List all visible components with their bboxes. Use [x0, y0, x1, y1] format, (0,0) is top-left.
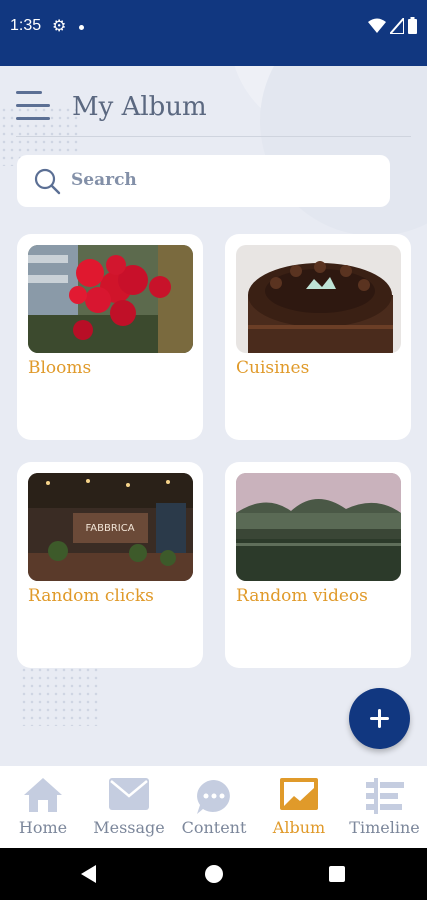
wifi-icon: [368, 18, 386, 33]
svg-text:FABBRICA: FABBRICA: [85, 523, 134, 534]
album-card-random-clicks[interactable]: FABBRICA Random clicks: [17, 462, 203, 668]
search-icon: [34, 168, 61, 195]
message-icon: [109, 778, 149, 810]
album-thumbnail-cake: [236, 245, 401, 353]
system-navigation-bar: [0, 848, 427, 900]
header-divider: [16, 136, 411, 137]
home-button-icon[interactable]: [205, 865, 223, 883]
album-thumbnail-landscape: [236, 473, 401, 581]
nav-label: Timeline: [349, 818, 420, 837]
status-bar: 1:35 ⚙: [0, 0, 427, 66]
album-icon: [280, 778, 318, 810]
nav-item-content[interactable]: Content: [172, 766, 256, 848]
album-thumbnail-restaurant: FABBRICA: [28, 473, 193, 581]
battery-icon: [408, 17, 417, 34]
album-thumbnail-flowers: [28, 245, 193, 353]
home-icon: [24, 778, 62, 812]
nav-item-home[interactable]: Home: [0, 766, 86, 848]
add-album-button[interactable]: [349, 688, 410, 749]
nav-label: Album: [272, 818, 326, 837]
nav-item-album[interactable]: Album: [256, 766, 342, 848]
album-label: Cuisines: [236, 358, 310, 378]
hamburger-menu-icon[interactable]: [16, 91, 50, 123]
chat-bubble-icon: [197, 780, 230, 814]
bottom-navigation: Home Message Content Album Timeline: [0, 766, 427, 848]
nav-label: Message: [93, 818, 165, 837]
back-icon[interactable]: [81, 865, 96, 883]
album-label: Random videos: [236, 586, 368, 606]
page-title: My Album: [72, 92, 207, 122]
nav-label: Home: [18, 818, 68, 837]
album-label: Random clicks: [28, 586, 154, 606]
status-indicators: [368, 17, 417, 34]
album-card-cuisines[interactable]: Cuisines: [225, 234, 411, 440]
nav-item-timeline[interactable]: Timeline: [342, 766, 427, 848]
album-label: Blooms: [28, 358, 92, 378]
timeline-icon: [365, 778, 404, 814]
settings-gear-icon: ⚙: [52, 16, 67, 35]
notification-dot-icon: [79, 25, 84, 30]
nav-label: Content: [181, 818, 247, 837]
album-card-blooms[interactable]: Blooms: [17, 234, 203, 440]
recent-apps-icon[interactable]: [329, 866, 345, 882]
nav-item-message[interactable]: Message: [86, 766, 172, 848]
album-card-random-videos[interactable]: Random videos: [225, 462, 411, 668]
status-time: 1:35: [10, 17, 42, 34]
search-input[interactable]: Search: [17, 155, 390, 207]
cell-signal-icon: [390, 17, 404, 34]
search-placeholder: Search: [71, 170, 137, 190]
